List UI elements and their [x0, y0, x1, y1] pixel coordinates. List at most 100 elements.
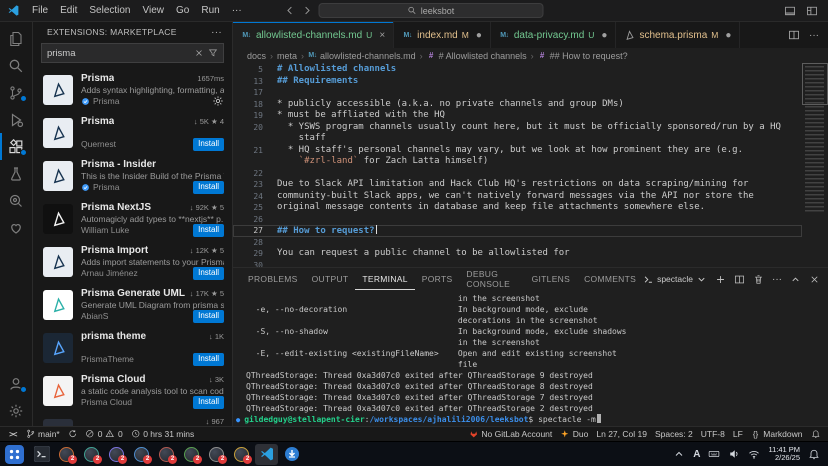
activity-extensions[interactable] — [0, 133, 32, 160]
manage-gear-icon[interactable] — [212, 95, 224, 107]
filter-icon[interactable] — [208, 48, 218, 58]
customize-layout-icon[interactable] — [806, 5, 818, 17]
kill-terminal-icon[interactable] — [753, 274, 764, 285]
chevron-down-icon[interactable] — [696, 274, 707, 285]
keyboard-icon[interactable] — [708, 448, 720, 460]
editor-line[interactable]: 27## How to request? — [233, 225, 802, 237]
taskbar-app-6[interactable]: 2 — [180, 444, 203, 465]
more-editor-actions-icon[interactable]: ··· — [809, 30, 819, 41]
status-remote-indicator[interactable]: >< — [4, 427, 22, 441]
activity-explorer[interactable] — [0, 25, 32, 52]
menu-edit[interactable]: Edit — [54, 0, 83, 21]
minimap-slider[interactable] — [802, 63, 828, 105]
command-center-search[interactable]: leeksbot — [319, 3, 544, 18]
editor-line[interactable]: 21 * HQ staff's personal channels may va… — [233, 145, 802, 157]
extension-item[interactable]: Prisma↓ 5K ★ 4QuernestInstall — [33, 111, 232, 154]
menu-view[interactable]: View — [137, 0, 171, 21]
new-terminal-icon[interactable] — [715, 274, 726, 285]
notifications-icon[interactable] — [808, 448, 820, 460]
status-problems[interactable]: 00 — [81, 427, 126, 441]
install-button[interactable]: Install — [193, 138, 224, 151]
input-method-indicator[interactable]: A — [693, 449, 700, 460]
editor-line[interactable]: 28 — [233, 237, 802, 249]
editor-line[interactable]: 30 — [233, 260, 802, 268]
activity-source-control[interactable] — [0, 79, 32, 106]
dirty-indicator[interactable]: ● — [601, 30, 607, 41]
panel-tab-comments[interactable]: COMMENTS — [577, 268, 643, 290]
taskbar-app-3[interactable]: 2 — [105, 444, 128, 465]
status-cursor-position[interactable]: Ln 27, Col 19 — [592, 427, 651, 441]
editor[interactable]: 5# Allowlisted channels13## Requirements… — [233, 63, 828, 267]
activity-search[interactable] — [0, 52, 32, 79]
clock[interactable]: 11:41 PM 2/26/25 — [768, 446, 800, 463]
editor-line[interactable]: 20 * YSWS program channels usually count… — [233, 122, 802, 134]
install-button[interactable]: Install — [193, 310, 224, 323]
more-panel-actions-icon[interactable]: ··· — [772, 274, 782, 285]
editor-line[interactable]: staff — [233, 133, 802, 145]
editor-line[interactable]: 29You can request a public channel to be… — [233, 248, 802, 260]
extension-item[interactable]: Prisma NextJS↓ 92K ★ 5Automagicly add ty… — [33, 197, 232, 240]
split-terminal-icon[interactable] — [734, 274, 745, 285]
status-gitlab-account[interactable]: No GitLab Account — [465, 427, 556, 441]
taskbar-app-4[interactable]: 2 — [130, 444, 153, 465]
activity-gitlens[interactable] — [0, 187, 32, 214]
taskbar-app-5[interactable]: 2 — [155, 444, 178, 465]
status-notifications[interactable] — [807, 427, 825, 441]
sidebar-more-actions[interactable]: ··· — [211, 27, 222, 38]
editor-line[interactable]: 26 — [233, 214, 802, 226]
install-button[interactable]: Install — [193, 224, 224, 237]
editor-line[interactable]: 19* must be affliated with the HQ — [233, 110, 802, 122]
extension-item[interactable]: Prisma Import↓ 12K ★ 5Adds import statem… — [33, 240, 232, 283]
terminal-instance[interactable]: spectacle — [643, 274, 707, 285]
editor-line[interactable]: `#zrl-land` for Zach Latta himself) — [233, 156, 802, 168]
breadcrumb-item[interactable]: M↓allowlisted-channels.md — [308, 51, 416, 61]
network-icon[interactable] — [748, 448, 760, 460]
status-branch[interactable]: main* — [22, 427, 64, 441]
menu-overflow[interactable]: ··· — [226, 5, 248, 16]
nav-forward-icon[interactable] — [302, 5, 313, 16]
close-icon[interactable]: × — [379, 30, 385, 41]
menu-run[interactable]: Run — [195, 0, 225, 21]
editor-line[interactable]: 5# Allowlisted channels — [233, 64, 802, 76]
taskbar-app-8[interactable]: 2 — [230, 444, 253, 465]
tray-expand-icon[interactable] — [673, 448, 685, 460]
editor-line[interactable]: 23Due to Slack API limitation and Hack C… — [233, 179, 802, 191]
activity-settings[interactable] — [0, 397, 32, 424]
panel-tab-debug-console[interactable]: DEBUG CONSOLE — [459, 268, 524, 290]
panel-tab-problems[interactable]: PROBLEMS — [241, 268, 305, 290]
install-button[interactable]: Install — [193, 396, 224, 409]
maximize-panel-icon[interactable] — [790, 274, 801, 285]
taskbar-downloads[interactable] — [280, 444, 303, 465]
editor-line[interactable]: 25original message contents in database … — [233, 202, 802, 214]
breadcrumb-item[interactable]: meta — [277, 51, 297, 61]
status-sync-changes[interactable] — [64, 427, 82, 441]
extension-item[interactable]: Prisma Generate UML↓ 17K ★ 5Generate UML… — [33, 283, 232, 326]
clear-search-icon[interactable] — [194, 48, 204, 58]
menu-selection[interactable]: Selection — [83, 0, 136, 21]
split-editor-icon[interactable] — [788, 29, 800, 41]
status-eol[interactable]: LF — [729, 427, 747, 441]
extension-item[interactable]: ↓ 967 — [33, 412, 232, 426]
activity-github[interactable] — [0, 214, 32, 241]
editor-line[interactable]: 24community-built Slack apps, we can't n… — [233, 191, 802, 203]
tab-schema.prisma[interactable]: schema.prismaM● — [616, 22, 740, 48]
install-button[interactable]: Install — [193, 267, 224, 280]
minimap[interactable] — [802, 63, 828, 267]
taskbar-vscode[interactable] — [255, 444, 278, 465]
close-panel-icon[interactable] — [809, 274, 820, 285]
status-encoding[interactable]: UTF-8 — [697, 427, 729, 441]
breadcrumb-item[interactable]: ## Allowlisted channels — [427, 51, 527, 61]
menu-file[interactable]: File — [26, 0, 54, 21]
volume-icon[interactable] — [728, 448, 740, 460]
extension-item[interactable]: Prisma Cloud↓ 3Ka static code analysis t… — [33, 369, 232, 412]
extension-item[interactable]: Prisma1657msAdds syntax highlighting, fo… — [33, 68, 232, 111]
install-button[interactable]: Install — [193, 353, 224, 366]
app-launcher-icon[interactable] — [5, 445, 24, 464]
breadcrumb-item[interactable]: ### How to request? — [538, 51, 628, 61]
status-gitlab-duo[interactable]: Duo — [556, 427, 592, 441]
status-wakatime[interactable]: 0 hrs 31 mins — [127, 427, 199, 441]
panel-tab-output[interactable]: OUTPUT — [305, 268, 356, 290]
editor-line[interactable]: 17 — [233, 87, 802, 99]
editor-line[interactable]: 13## Requirements — [233, 76, 802, 88]
taskbar-app-1[interactable]: 2 — [55, 444, 78, 465]
